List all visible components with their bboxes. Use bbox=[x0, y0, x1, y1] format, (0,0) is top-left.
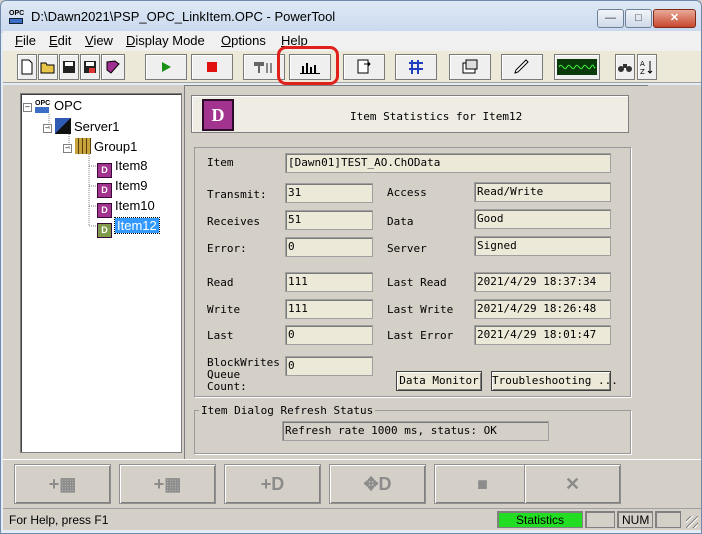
stats-header: D Item Statistics for Item12 bbox=[191, 95, 629, 133]
stats-title: Item Statistics for Item12 bbox=[350, 110, 523, 123]
add-multiple-items-button[interactable]: ✥D bbox=[329, 464, 426, 504]
statistics-indicator: Statistics bbox=[497, 511, 583, 528]
menu-view[interactable]: View bbox=[85, 33, 113, 48]
run-button[interactable] bbox=[145, 54, 187, 80]
sort-az-icon[interactable]: AZ bbox=[637, 54, 657, 80]
tree-connector-lines bbox=[48, 114, 97, 227]
stack-icon: ■ bbox=[477, 473, 488, 494]
last-read-field: 2021/4/29 18:37:34 bbox=[474, 272, 611, 292]
write-label: Write bbox=[207, 303, 241, 316]
app-icon-text: OPC bbox=[9, 10, 25, 17]
properties-button[interactable]: ■ bbox=[434, 464, 531, 504]
menu-bar: File Edit View Display Mode Options Help bbox=[3, 31, 701, 51]
data-field: Good bbox=[474, 209, 611, 229]
last-field: 0 bbox=[285, 325, 373, 345]
status-pane-empty bbox=[585, 511, 615, 528]
data-label: Data bbox=[387, 215, 414, 228]
refresh-status-title: Item Dialog Refresh Status bbox=[199, 404, 376, 417]
troubleshooting-button[interactable]: Troubleshooting ... bbox=[491, 371, 618, 391]
last-error-label: Last Error bbox=[387, 329, 454, 342]
open-folder-icon[interactable] bbox=[38, 54, 58, 80]
refresh-status-field: Refresh rate 1000 ms, status: OK bbox=[282, 421, 549, 441]
queue-label: BlockWrites Queue Count: bbox=[207, 356, 280, 393]
item-label: Item bbox=[207, 156, 234, 169]
transmit-label: Transmit: bbox=[207, 188, 267, 201]
access-label: Access bbox=[387, 186, 427, 199]
item-field: [Dawn01]TEST_AO.ChOData bbox=[285, 153, 611, 173]
server-label: Server bbox=[387, 242, 427, 255]
book-icon[interactable] bbox=[101, 54, 125, 80]
properties-icon[interactable] bbox=[449, 54, 491, 80]
add-server-icon: +▦ bbox=[48, 473, 77, 494]
receives-label: Receives bbox=[207, 215, 260, 228]
highlight-annotation bbox=[277, 46, 339, 85]
item-cube-icon: D bbox=[202, 99, 234, 131]
add-group-button[interactable]: +▦ bbox=[119, 464, 216, 504]
menu-options[interactable]: Options bbox=[221, 33, 266, 48]
minimize-button[interactable]: — bbox=[597, 9, 624, 28]
delete-button[interactable]: ✕ bbox=[524, 464, 621, 504]
last-read-label: Last Read bbox=[387, 276, 447, 289]
add-group-icon: +▦ bbox=[153, 473, 182, 494]
error-label: Error: bbox=[207, 242, 247, 255]
delete-x-icon: ✕ bbox=[564, 473, 581, 494]
status-pane-empty bbox=[655, 511, 681, 528]
action-button-bar: +▦ +▦ +D ✥D ■ ✕ bbox=[3, 459, 701, 507]
svg-text:A: A bbox=[640, 60, 645, 68]
resize-grip[interactable] bbox=[686, 516, 698, 528]
save-icon[interactable] bbox=[59, 54, 79, 80]
read-label: Read bbox=[207, 276, 234, 289]
stop-button[interactable] bbox=[191, 54, 233, 80]
window-title: D:\Dawn2021\PSP_OPC_LinkItem.OPC - Power… bbox=[31, 9, 336, 24]
waveform-monitor-icon[interactable] bbox=[554, 54, 600, 80]
error-field: 0 bbox=[285, 237, 373, 257]
toolbar: AZ bbox=[3, 51, 701, 83]
edit-pen-icon[interactable] bbox=[501, 54, 543, 80]
close-button[interactable]: ✕ bbox=[653, 9, 696, 28]
grid-icon[interactable] bbox=[395, 54, 437, 80]
add-item-button[interactable]: +D bbox=[224, 464, 321, 504]
last-label: Last bbox=[207, 329, 234, 342]
transmit-field: 31 bbox=[285, 183, 373, 203]
opc-app-icon: OPC bbox=[9, 10, 25, 26]
last-write-field: 2021/4/29 18:26:48 bbox=[474, 299, 611, 319]
refresh-list-icon[interactable] bbox=[343, 54, 385, 80]
server-field: Signed bbox=[474, 236, 611, 256]
new-file-icon[interactable] bbox=[17, 54, 37, 80]
status-bar: For Help, press F1 Statistics NUM bbox=[3, 508, 701, 530]
title-bar[interactable]: OPC D:\Dawn2021\PSP_OPC_LinkItem.OPC - P… bbox=[1, 1, 701, 33]
access-field: Read/Write bbox=[474, 182, 611, 202]
save-as-icon[interactable] bbox=[80, 54, 100, 80]
menu-edit[interactable]: Edit bbox=[49, 33, 71, 48]
data-monitor-button[interactable]: Data Monitor bbox=[396, 371, 482, 391]
write-field: 111 bbox=[285, 299, 373, 319]
app-window: OPC D:\Dawn2021\PSP_OPC_LinkItem.OPC - P… bbox=[0, 0, 702, 534]
receives-field: 51 bbox=[285, 210, 373, 230]
num-lock-indicator: NUM bbox=[617, 511, 653, 528]
opc-tree-view[interactable]: – OPC OPC – Server1 – Group1 D Item8 D Item9 D… bbox=[20, 93, 182, 453]
last-error-field: 2021/4/29 18:01:47 bbox=[474, 325, 611, 345]
add-item-icon: +D bbox=[260, 473, 285, 494]
menu-file[interactable]: File bbox=[15, 33, 36, 48]
read-field: 111 bbox=[285, 272, 373, 292]
maximize-button[interactable]: □ bbox=[625, 9, 652, 28]
menu-display-mode[interactable]: Display Mode bbox=[126, 33, 205, 48]
help-status-text: For Help, press F1 bbox=[9, 513, 109, 527]
binoculars-icon[interactable] bbox=[615, 54, 635, 80]
last-write-label: Last Write bbox=[387, 303, 454, 316]
queue-field: 0 bbox=[285, 356, 373, 376]
add-multiple-items-icon: ✥D bbox=[363, 473, 392, 494]
add-server-button[interactable]: +▦ bbox=[14, 464, 111, 504]
svg-text:Z: Z bbox=[640, 68, 645, 75]
